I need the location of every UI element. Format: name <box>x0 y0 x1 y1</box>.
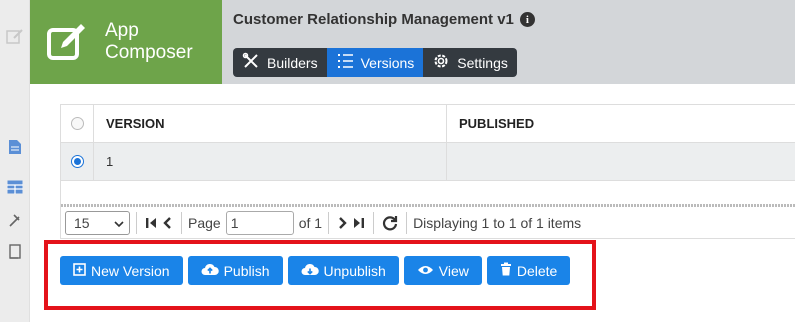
brand-line2: Composer <box>105 42 193 63</box>
brand-line1: App <box>105 20 139 41</box>
edit-icon[interactable] <box>5 26 25 46</box>
left-rail <box>0 0 30 322</box>
tab-builders-label: Builders <box>267 54 318 71</box>
column-header-published[interactable]: PUBLISHED <box>447 105 795 142</box>
pencil-square-icon <box>43 18 91 66</box>
view-label: View <box>438 262 469 279</box>
page-size-value: 15 <box>74 215 90 231</box>
page-size-select[interactable]: 15 <box>65 211 130 235</box>
tab-versions[interactable]: Versions <box>326 48 424 77</box>
app-root: App Composer Customer Relationship Manag… <box>0 0 795 322</box>
table-row[interactable]: 1 <box>61 143 795 181</box>
eye-icon <box>417 263 434 279</box>
gear-icon <box>432 52 450 73</box>
published-cell <box>447 143 795 180</box>
unpublish-button[interactable]: Unpublish <box>287 256 399 285</box>
previous-page-icon[interactable] <box>159 212 175 234</box>
cloud-download-icon <box>301 263 319 279</box>
column-header-version[interactable]: VERSION <box>94 105 447 142</box>
cloud-upload-icon <box>201 263 219 279</box>
tab-versions-label: Versions <box>360 54 415 71</box>
trash-icon <box>500 262 512 279</box>
select-all-checkbox[interactable] <box>61 105 94 142</box>
tab-bar: Builders Versions Settings <box>233 48 517 77</box>
new-version-button[interactable]: New Version <box>60 256 183 285</box>
publish-label: Publish <box>223 262 270 279</box>
page-count-label: of 1 <box>298 215 323 231</box>
info-icon[interactable]: i <box>519 12 535 27</box>
app-title: Customer Relationship Management v1 <box>233 11 514 28</box>
version-cell: 1 <box>94 143 447 180</box>
view-button[interactable]: View <box>403 256 482 285</box>
tools-icon <box>242 52 260 73</box>
tab-settings-label: Settings <box>457 54 508 71</box>
first-page-icon[interactable] <box>143 212 159 234</box>
next-page-icon[interactable] <box>335 212 351 234</box>
display-summary: Displaying 1 to 1 of 1 items <box>413 215 582 231</box>
list-icon <box>336 52 354 73</box>
tab-builders[interactable]: Builders <box>233 48 327 77</box>
unpublish-label: Unpublish <box>323 262 386 279</box>
plug-icon[interactable] <box>5 210 25 230</box>
header: App Composer Customer Relationship Manag… <box>30 0 795 84</box>
versions-grid: VERSION PUBLISHED 1 15 Page 1 of 1 Displ… <box>60 104 795 239</box>
page-number-input[interactable]: 1 <box>225 211 294 235</box>
scroll-icon[interactable] <box>5 242 25 262</box>
brand[interactable]: App Composer <box>30 0 222 84</box>
document-icon[interactable] <box>5 137 25 157</box>
delete-label: Delete <box>516 262 558 279</box>
grid-header: VERSION PUBLISHED <box>61 104 795 143</box>
tab-settings[interactable]: Settings <box>423 48 517 77</box>
last-page-icon[interactable] <box>351 212 367 234</box>
table-icon[interactable] <box>5 177 25 197</box>
grid-divider <box>61 204 795 207</box>
action-toolbar: New Version Publish Unpublish View Delet… <box>60 256 571 285</box>
delete-button[interactable]: Delete <box>486 256 571 285</box>
page-label: Page <box>188 215 221 231</box>
chevron-down-icon <box>114 215 124 231</box>
publish-button[interactable]: Publish <box>187 256 283 285</box>
new-version-label: New Version <box>91 262 170 279</box>
pagination-bar: 15 Page 1 of 1 Displaying 1 to 1 of 1 it… <box>61 208 795 239</box>
refresh-icon[interactable] <box>380 212 400 234</box>
row-select-radio[interactable] <box>61 143 94 180</box>
plus-square-icon <box>73 262 86 279</box>
